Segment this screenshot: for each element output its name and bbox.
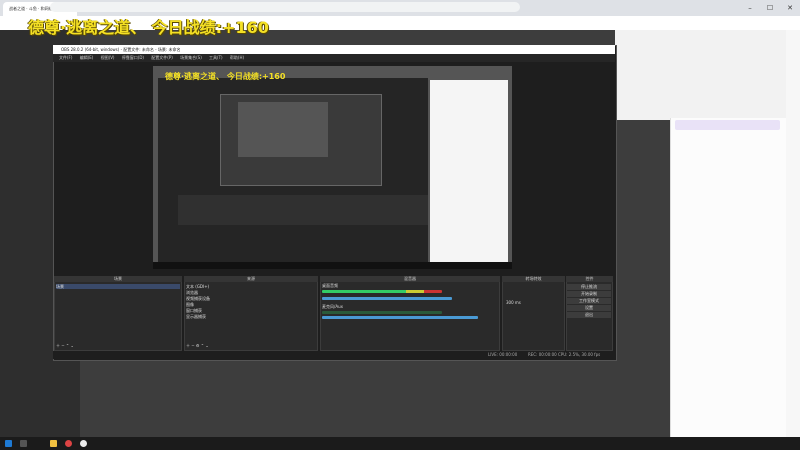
chrome-icon[interactable] [65,440,72,447]
window-controls: – ☐ ✕ [740,0,800,16]
chat-header [675,120,780,130]
file-explorer-icon[interactable] [50,440,57,447]
obs-icon[interactable] [80,440,87,447]
transitions-dock [502,276,565,351]
windows-taskbar [0,437,800,450]
source-item[interactable]: 图像 [186,302,194,307]
menu-help[interactable]: 帮助(H) [230,55,244,60]
mixer-track-label: 桌面音频 [322,283,338,288]
obs-title-bar: OBS 28.0.2 (64-bit, windows) - 配置文件: 未命名… [53,45,615,54]
close-button[interactable]: ✕ [780,0,800,16]
source-item[interactable]: 窗口捕获 [186,308,202,313]
source-item[interactable]: 文本 (GDI+) [186,284,209,289]
start-icon[interactable] [5,440,12,447]
menu-edit[interactable]: 编辑(E) [80,55,94,60]
cpu-fps: CPU: 2.5%, 30.00 fps [558,352,601,357]
maximize-button[interactable]: ☐ [760,0,780,16]
live-time: LIVE: 00:00:00 [488,352,518,357]
source-add-button[interactable]: ＋ − ⚙ ⌃ ⌄ [186,343,209,348]
page-scrollbar[interactable] [786,30,800,437]
menu-scene-collection[interactable]: 场景集合(S) [180,55,202,60]
preview-obs-docks [178,195,428,225]
preview-overlay-text: 德尊·逃离之道、 今日战绩:+160 [165,72,286,81]
obs-status-bar: LIVE: 00:00:00 REC: 00:00:00 CPU: 2.5%, … [53,351,615,359]
controls-dock-title: 控件 [566,276,613,282]
mic-audio-meter [322,311,442,314]
url-field[interactable] [50,2,520,12]
site-header-right [615,30,800,120]
transition-duration[interactable]: 300 ms [506,300,521,305]
obs-menu-bar: 文件(F) 编辑(E) 视图(V) 停靠窗口(D) 配置文件(P) 场景集合(S… [53,54,615,62]
settings-button[interactable]: 设置 [567,305,611,311]
start-recording-button[interactable]: 开始录制 [567,291,611,297]
menu-docks[interactable]: 停靠窗口(D) [122,55,144,60]
menu-tools[interactable]: 工具(T) [209,55,223,60]
source-item[interactable]: 视频捕获设备 [186,296,210,301]
preview-taskbar [153,262,512,269]
desktop-audio-slider[interactable] [322,297,452,300]
menu-file[interactable]: 文件(F) [59,55,72,60]
minimize-button[interactable]: – [740,0,760,16]
scene-add-button[interactable]: ＋ − ⌃ ⌄ [56,343,74,348]
scenes-dock-title: 场景 [54,276,182,282]
rec-time: REC: 00:00:00 [528,352,557,357]
stop-streaming-button[interactable]: 停止推流 [567,284,611,290]
source-item[interactable]: 浏览器 [186,290,198,295]
mixer-track-label: 麦克风/Aux [322,304,343,309]
exit-button[interactable]: 退出 [567,312,611,318]
menu-view[interactable]: 视图(V) [101,55,115,60]
search-icon[interactable] [20,440,27,447]
preview-chat [430,80,508,265]
scene-item[interactable]: 场景 [56,284,180,289]
mic-audio-slider[interactable] [322,316,478,319]
preview-nested-preview [238,102,328,157]
sources-dock-title: 来源 [184,276,318,282]
source-item[interactable]: 显示器捕获 [186,314,206,319]
stream-overlay-text: 德尊·逃离之道、 今日战绩:+160 [28,18,269,37]
studio-mode-button[interactable]: 工作室模式 [567,298,611,304]
desktop-audio-meter [322,290,442,293]
menu-profile[interactable]: 配置文件(P) [151,55,173,60]
transitions-dock-title: 转场特效 [502,276,565,282]
chat-panel [670,118,786,437]
mixer-dock-title: 混音器 [320,276,500,282]
